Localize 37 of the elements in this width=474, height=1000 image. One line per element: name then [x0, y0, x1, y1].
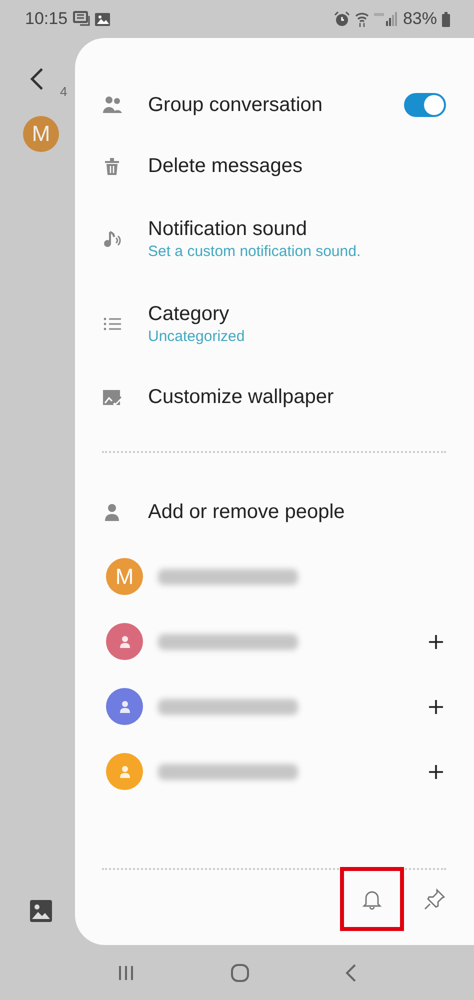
battery-icon: [442, 12, 450, 26]
back-icon[interactable]: [344, 964, 357, 982]
image-icon: [94, 12, 110, 26]
item-label: Category: [148, 302, 230, 326]
item-label: Add or remove people: [148, 500, 345, 525]
menu-item[interactable]: Group conversation: [102, 74, 446, 135]
battery-percent: 83%: [402, 9, 437, 29]
alarm-icon: [334, 11, 350, 27]
item-label: Notification sound: [148, 216, 308, 242]
signal-icon: [374, 12, 398, 26]
item-label: Group conversation: [148, 92, 324, 118]
menu-item[interactable]: Notification sound Set a custom notification sound.: [102, 196, 446, 281]
image-icon[interactable]: [30, 900, 52, 922]
home-icon[interactable]: [230, 962, 250, 982]
bell-icon[interactable]: [340, 867, 404, 931]
contact-avatar: M: [106, 558, 143, 595]
contact-avatar: M: [23, 116, 59, 152]
toggle-switch[interactable]: [404, 92, 446, 116]
item-value: Uncategorized: [148, 326, 246, 346]
item-label: Customize wallpaper: [148, 384, 335, 410]
plus-icon[interactable]: [428, 698, 444, 714]
plus-icon[interactable]: [428, 634, 444, 650]
menu-item[interactable]: Category Uncategorized: [102, 281, 446, 366]
menu-item[interactable]: Delete messages: [102, 135, 446, 196]
item-label: Delete messages: [148, 154, 304, 178]
person-icon: [102, 502, 122, 522]
menu-item[interactable]: Customize wallpaper: [102, 366, 446, 427]
recent-apps-icon[interactable]: [117, 964, 136, 980]
clock-time: 10:15: [25, 9, 68, 29]
conversation-subtitle: 4: [60, 84, 68, 99]
plus-icon[interactable]: [428, 764, 444, 780]
message-icon: [72, 11, 90, 27]
add-people-button[interactable]: Add or remove people: [102, 480, 446, 544]
wifi-icon: [354, 11, 369, 27]
back-icon[interactable]: [30, 68, 44, 90]
item-value: Set a custom notification sound.: [148, 242, 362, 262]
pin-icon[interactable]: [424, 888, 446, 910]
